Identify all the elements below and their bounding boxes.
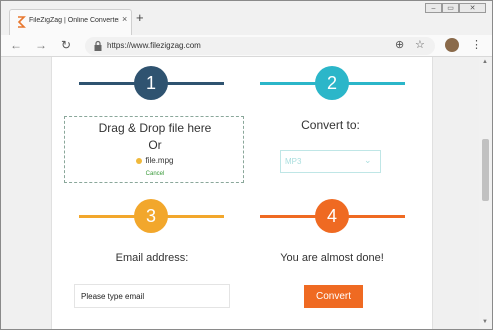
- drop-zone-title: Drag & Drop file here: [98, 121, 212, 135]
- browser-window: FileZigZag | Online Converter × + – ▭ ✕ …: [0, 0, 493, 330]
- scroll-down-icon[interactable]: ▼: [482, 319, 488, 325]
- converter-panel: 1 2 Drag & Drop file here Or file.mpg Ca…: [51, 57, 433, 329]
- scrollbar-thumb[interactable]: [482, 139, 489, 201]
- file-status-dot-icon: [136, 157, 143, 164]
- title-bar: FileZigZag | Online Converter × + – ▭ ✕: [1, 1, 492, 35]
- drop-zone-or: Or: [148, 138, 162, 152]
- almost-done-label: You are almost done!: [280, 252, 384, 264]
- step-4-badge: 4: [315, 199, 349, 233]
- reload-button[interactable]: ↻: [61, 38, 71, 52]
- new-tab-button[interactable]: +: [136, 10, 144, 25]
- email-address-label: Email address:: [115, 252, 189, 264]
- selected-file: file.mpg: [65, 156, 245, 165]
- chevron-down-icon: ⌄: [364, 155, 372, 165]
- filezigzag-favicon-icon: [17, 16, 26, 28]
- browser-menu-icon[interactable]: ⋮: [471, 38, 482, 51]
- maximize-button[interactable]: ▭: [442, 3, 459, 13]
- url-text: https://www.filezigzag.com: [107, 41, 201, 50]
- browser-tab[interactable]: FileZigZag | Online Converter ×: [9, 9, 132, 35]
- step-2-badge: 2: [315, 66, 349, 100]
- scroll-up-icon[interactable]: ▲: [482, 59, 488, 65]
- step-1-badge: 1: [134, 66, 168, 100]
- file-drop-zone[interactable]: Drag & Drop file here Or file.mpg Cancel: [64, 116, 244, 183]
- close-window-button[interactable]: ✕: [459, 3, 486, 13]
- navigation-bar: ← → ↻ https://www.filezigzag.com ⊕ ☆ ⋮: [1, 35, 492, 57]
- vertical-scrollbar[interactable]: ▲ ▼: [479, 57, 492, 329]
- lock-icon: [94, 40, 102, 51]
- convert-to-label: Convert to:: [301, 118, 360, 132]
- format-select[interactable]: MP3 ⌄: [280, 150, 381, 173]
- step-3-badge: 3: [134, 199, 168, 233]
- back-button[interactable]: ←: [10, 38, 22, 52]
- profile-avatar[interactable]: [445, 38, 459, 52]
- page-viewport: 1 2 Drag & Drop file here Or file.mpg Ca…: [1, 57, 479, 329]
- address-bar[interactable]: https://www.filezigzag.com ⊕ ☆: [85, 37, 435, 55]
- format-select-value: MP3: [285, 157, 302, 166]
- forward-button[interactable]: →: [35, 38, 47, 52]
- tab-title: FileZigZag | Online Converter: [29, 17, 119, 24]
- zoom-icon[interactable]: ⊕: [395, 38, 404, 51]
- selected-file-name: file.mpg: [145, 156, 174, 165]
- email-input[interactable]: [74, 284, 230, 308]
- minimize-button[interactable]: –: [425, 3, 442, 13]
- bookmark-star-icon[interactable]: ☆: [415, 38, 425, 51]
- cancel-upload-link[interactable]: Cancel: [65, 171, 245, 177]
- convert-button[interactable]: Convert: [304, 285, 363, 308]
- tab-close-icon[interactable]: ×: [122, 14, 127, 24]
